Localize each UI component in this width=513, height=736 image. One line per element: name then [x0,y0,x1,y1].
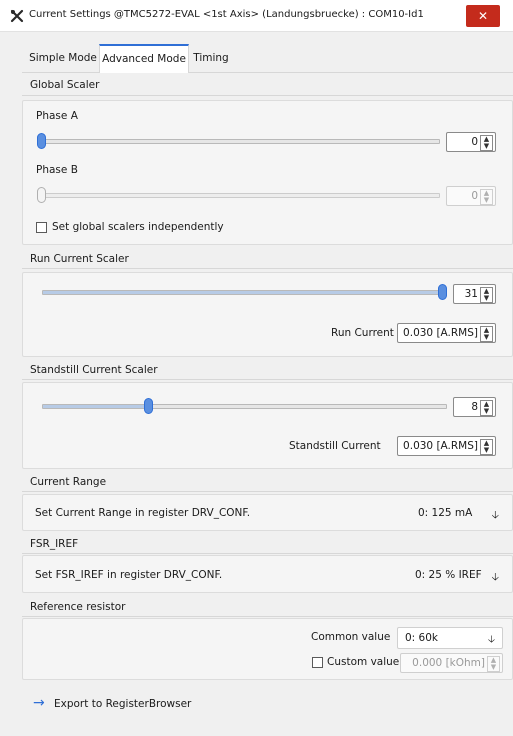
phase-a-spinbox[interactable]: 0 ▲ ▼ [446,132,496,152]
custom-value-checkbox[interactable] [312,657,323,668]
run-current-spinbox[interactable]: 31 ▲ ▼ [453,284,496,304]
phase-a-label: Phase A [36,110,78,122]
fsr-iref-label: Set FSR_IREF in register DRV_CONF. [35,569,223,581]
spin-arrows-icon[interactable]: ▲ ▼ [480,326,493,342]
current-range-selected: 0: 125 mA [418,507,473,519]
independent-scalers-label: Set global scalers independently [52,221,224,233]
global-scaler-title: Global Scaler [30,79,100,91]
standstill-current-value-spinbox[interactable]: 0.030 [A.RMS] ▲ ▼ [397,436,496,456]
spin-arrows-icon[interactable]: ▲ ▼ [480,439,493,455]
export-label: Export to RegisterBrowser [54,698,192,710]
standstill-current-scaler-title: Standstill Current Scaler [30,364,158,376]
phase-a-value: 0 [471,136,478,148]
spin-arrows-icon[interactable]: ▲ ▼ [480,135,493,151]
run-current-divider [22,268,513,269]
phase-a-slider-handle[interactable] [37,133,46,149]
run-current-value-spinbox[interactable]: 0.030 [A.RMS] ▲ ▼ [397,323,496,343]
run-current-value: 0.030 [A.RMS] [403,327,478,339]
standstill-current-slider-fill [43,405,147,408]
fsr-iref-dropdown[interactable]: 0: 25 % IREF 🡣 [415,565,503,587]
tools-icon [10,9,24,23]
current-range-divider [22,491,513,492]
common-value-dropdown[interactable]: 0: 60k 🡣 [397,627,503,649]
phase-a-slider-track[interactable] [39,139,440,144]
standstill-current-slider-track[interactable] [42,404,447,409]
spin-arrows-icon[interactable]: ▲ ▼ [480,287,493,303]
global-scaler-divider [22,95,513,96]
phase-b-slider-track[interactable] [39,193,440,198]
run-current-slider-fill [43,291,446,294]
current-range-label: Set Current Range in register DRV_CONF. [35,507,251,519]
spin-arrows-icon[interactable]: ▲ ▼ [487,656,500,672]
common-value-label: Common value [311,631,391,643]
arrow-right-icon: → [33,695,45,711]
current-range-dropdown[interactable]: 0: 125 mA 🡣 [418,503,503,525]
custom-value: 0.000 [kOhm] [412,657,485,669]
run-current-scaler-value: 31 [464,288,478,300]
phase-b-label: Phase B [36,164,78,176]
tab-timing[interactable]: Timing [191,44,231,73]
close-icon: ✕ [477,9,489,23]
standstill-current-scaler-value: 8 [471,401,478,413]
spin-arrows-icon[interactable]: ▲ ▼ [480,400,493,416]
spin-arrows-icon[interactable]: ▲ ▼ [480,189,493,205]
close-button[interactable]: ✕ [466,5,500,27]
tab-advanced-mode[interactable]: Advanced Mode [99,44,189,73]
standstill-current-slider-handle[interactable] [144,398,154,414]
chevron-down-icon: 🡣 [491,509,499,521]
fsr-iref-title: FSR_IREF [30,538,79,550]
standstill-current-divider [22,379,513,380]
current-range-title: Current Range [30,476,107,488]
standstill-current-label: Standstill Current [289,440,381,452]
common-value-selected: 0: 60k [405,632,438,644]
reference-resistor-divider [22,616,513,617]
title-bar: Current Settings @TMC5272-EVAL <1st Axis… [0,0,513,32]
independent-scalers-checkbox[interactable] [36,222,47,233]
custom-value-spinbox[interactable]: 0.000 [kOhm] ▲ ▼ [400,653,503,673]
fsr-iref-divider [22,553,513,554]
run-current-label: Run Current [331,327,394,339]
fsr-iref-selected: 0: 25 % IREF [415,569,482,581]
export-to-registerbrowser-link[interactable]: → Export to RegisterBrowser [33,695,203,716]
run-current-slider-track[interactable] [42,290,447,295]
phase-b-value: 0 [471,190,478,202]
phase-b-spinbox[interactable]: 0 ▲ ▼ [446,186,496,206]
phase-b-slider-handle[interactable] [37,187,46,203]
standstill-current-spinbox[interactable]: 8 ▲ ▼ [453,397,496,417]
chevron-down-icon: 🡣 [487,634,495,645]
run-current-scaler-title: Run Current Scaler [30,253,129,265]
reference-resistor-title: Reference resistor [30,601,126,613]
standstill-current-value: 0.030 [A.RMS] [403,440,478,452]
run-current-slider-handle[interactable] [438,284,447,300]
chevron-down-icon: 🡣 [491,571,499,583]
tab-simple-mode[interactable]: Simple Mode [28,44,98,73]
window-title: Current Settings @TMC5272-EVAL <1st Axis… [29,9,424,20]
custom-value-label: Custom value [327,656,400,668]
